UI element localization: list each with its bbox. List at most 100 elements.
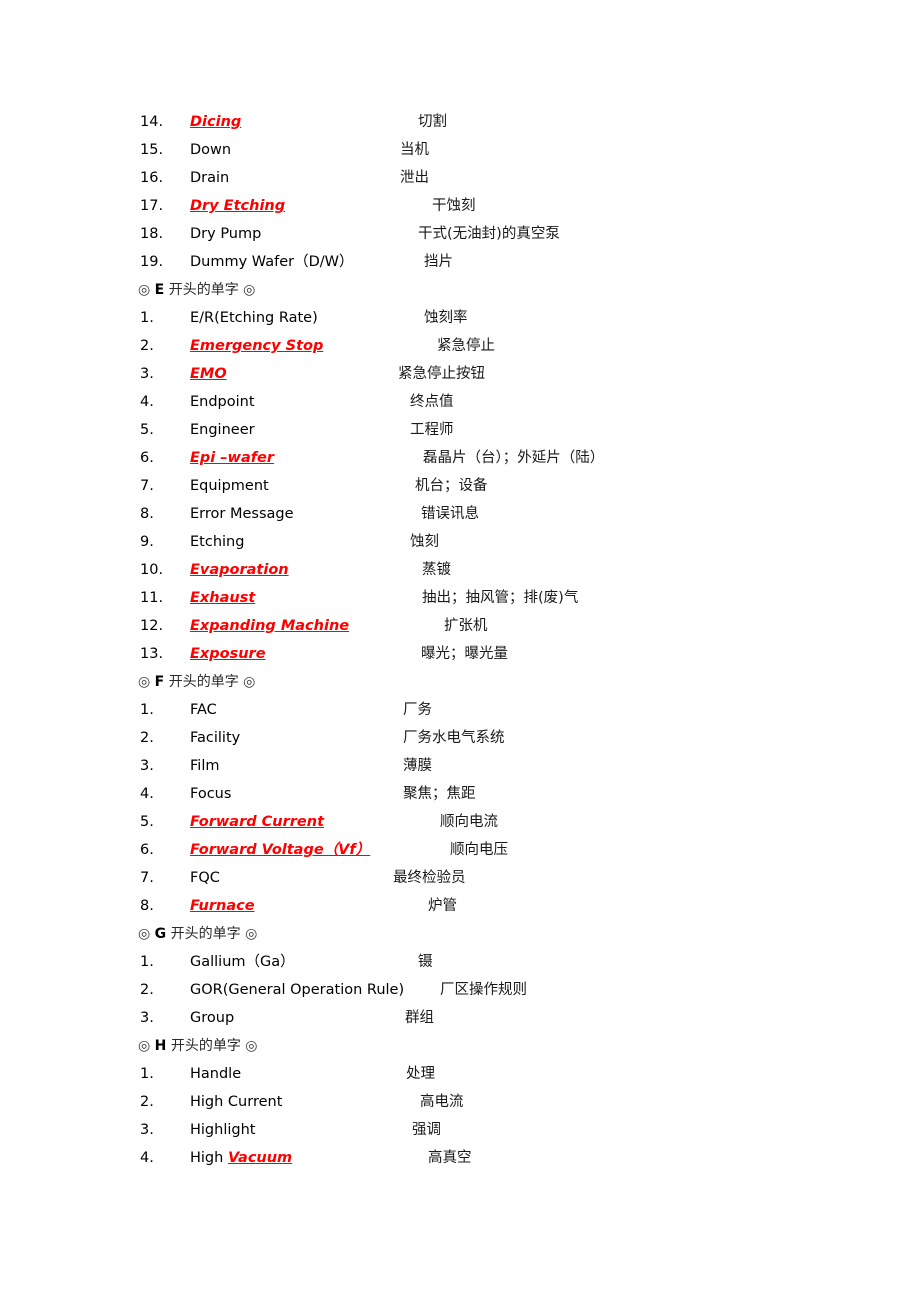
section-letter: E xyxy=(154,282,165,298)
glossary-row: 14. Dicing 切割 xyxy=(0,108,920,136)
bullseye-icon: ◎ xyxy=(138,282,151,298)
entry-term-zh: 紧急停止按钮 xyxy=(398,366,485,382)
glossary-row: 15. Down 当机 xyxy=(0,136,920,164)
entry-term-en: Expanding Machine xyxy=(190,612,349,640)
entry-term-en: EMO xyxy=(190,360,227,388)
entry-term-en: Error Message xyxy=(190,500,294,528)
entry-number: 16. xyxy=(140,170,164,186)
entry-number: 4. xyxy=(140,786,154,802)
entry-term-zh: 蚀刻 xyxy=(410,534,439,550)
entry-number: 2. xyxy=(140,1094,154,1110)
section-label: 开头的单字 xyxy=(164,282,244,298)
glossary-row: 7. FQC 最终检验员 xyxy=(0,864,920,892)
section-label: 开头的单字 xyxy=(164,674,244,690)
entry-term-en: Dicing xyxy=(190,108,241,136)
entry-number: 2. xyxy=(140,730,154,746)
entry-term-zh: 泄出 xyxy=(400,170,429,186)
entry-term-highlighted: EMO xyxy=(190,366,227,382)
entry-term-en: Engineer xyxy=(190,416,255,444)
document-page: 14. Dicing 切割 15. Down 当机 16. Drain 泄出 17. Dry Et… xyxy=(0,0,920,1302)
glossary-row: 13. Exposure 曝光；曝光量 xyxy=(0,640,920,668)
entry-term-highlighted: Expanding Machine xyxy=(190,618,350,634)
entry-term-en: Handle xyxy=(190,1060,241,1088)
section-letter: F xyxy=(154,674,165,690)
glossary-body: 14. Dicing 切割 15. Down 当机 16. Drain 泄出 17. Dry Et… xyxy=(0,108,920,1172)
entry-term-zh: 厂务 xyxy=(403,702,432,718)
entry-term-zh: 挡片 xyxy=(424,254,453,270)
entry-number: 5. xyxy=(140,814,154,830)
entry-number: 5. xyxy=(140,422,154,438)
entry-term-en: Equipment xyxy=(190,472,269,500)
entry-term-en: FAC xyxy=(190,696,217,724)
entry-term-en: Epi –wafer xyxy=(190,444,274,472)
glossary-row: 6. Epi –wafer 磊晶片（台）；外延片（陆） xyxy=(0,444,920,472)
entry-term-zh: 紧急停止 xyxy=(437,338,495,354)
entry-term-zh: 干蚀刻 xyxy=(432,198,476,214)
glossary-row: 8. Furnace 炉管 xyxy=(0,892,920,920)
entry-number: 4. xyxy=(140,394,154,410)
section-header-text: ◎ G 开头的单字 ◎ xyxy=(138,920,257,948)
glossary-row: 11. Exhaust 抽出；抽风管；排(废)气 xyxy=(0,584,920,612)
entry-term-highlighted: Forward Voltage（Vf） xyxy=(190,842,371,858)
bullseye-icon: ◎ xyxy=(243,282,256,298)
entry-term-en: Down xyxy=(190,136,231,164)
entry-term-highlighted: Furnace xyxy=(190,898,255,914)
entry-term-plain: High xyxy=(190,1150,228,1166)
entry-term-highlighted: Exposure xyxy=(190,646,266,662)
entry-term-plain: E/R(Etching Rate) xyxy=(190,310,318,326)
entry-term-zh: 曝光；曝光量 xyxy=(421,646,508,662)
section-header-text: ◎ F 开头的单字 ◎ xyxy=(138,668,255,696)
entry-term-zh: 厂区操作规则 xyxy=(440,982,527,998)
entry-term-zh: 镊 xyxy=(418,954,433,970)
entry-term-highlighted: Dicing xyxy=(190,114,242,130)
entry-number: 6. xyxy=(140,842,154,858)
entry-number: 4. xyxy=(140,1150,154,1166)
glossary-row: 4. High Vacuum 高真空 xyxy=(0,1144,920,1172)
entry-term-plain: Etching xyxy=(190,534,245,550)
entry-term-en: GOR(General Operation Rule) xyxy=(190,976,404,1004)
glossary-row: 19. Dummy Wafer（D/W） 挡片 xyxy=(0,248,920,276)
glossary-row: 16. Drain 泄出 xyxy=(0,164,920,192)
glossary-row: 7. Equipment 机台；设备 xyxy=(0,472,920,500)
entry-term-zh: 抽出；抽风管；排(废)气 xyxy=(422,590,579,606)
entry-number: 15. xyxy=(140,142,164,158)
glossary-row: 3. Highlight 强调 xyxy=(0,1116,920,1144)
entry-term-zh: 炉管 xyxy=(428,898,457,914)
entry-term-en: Dry Pump xyxy=(190,220,261,248)
entry-term-zh: 厂务水电气系统 xyxy=(403,730,505,746)
entry-term-zh: 切割 xyxy=(418,114,447,130)
entry-term-zh: 终点值 xyxy=(410,394,454,410)
entry-number: 2. xyxy=(140,338,154,354)
entry-term-plain: Highlight xyxy=(190,1122,256,1138)
entry-term-zh: 群组 xyxy=(405,1010,434,1026)
entry-term-en: Drain xyxy=(190,164,229,192)
bullseye-icon: ◎ xyxy=(243,674,256,690)
glossary-row: 5. Engineer 工程师 xyxy=(0,416,920,444)
entry-term-zh: 处理 xyxy=(406,1066,435,1082)
glossary-row: 4. Focus 聚焦；焦距 xyxy=(0,780,920,808)
glossary-row: 17. Dry Etching 干蚀刻 xyxy=(0,192,920,220)
entry-term-plain: Error Message xyxy=(190,506,294,522)
glossary-row: 2. Facility 厂务水电气系统 xyxy=(0,724,920,752)
section-label: 开头的单字 xyxy=(166,926,246,942)
entry-term-plain: Gallium（Ga） xyxy=(190,954,295,970)
section-header: ◎ H 开头的单字 ◎ xyxy=(0,1032,920,1060)
entry-term-en: Dry Etching xyxy=(190,192,285,220)
entry-term-highlighted: Dry Etching xyxy=(190,198,286,214)
entry-number: 2. xyxy=(140,982,154,998)
entry-term-plain: Group xyxy=(190,1010,235,1026)
entry-number: 8. xyxy=(140,898,154,914)
entry-term-plain: Dry Pump xyxy=(190,226,262,242)
entry-term-en: Dummy Wafer（D/W） xyxy=(190,248,353,276)
entry-term-highlighted: Emergency Stop xyxy=(190,338,324,354)
entry-term-zh: 蒸镀 xyxy=(422,562,451,578)
bullseye-icon: ◎ xyxy=(138,1038,151,1054)
glossary-row: 3. Film 薄膜 xyxy=(0,752,920,780)
entry-term-zh: 蚀刻率 xyxy=(424,310,468,326)
entry-number: 14. xyxy=(140,114,164,130)
entry-term-en: Group xyxy=(190,1004,234,1032)
entry-number: 6. xyxy=(140,450,154,466)
entry-term-plain: Facility xyxy=(190,730,241,746)
entry-term-zh: 强调 xyxy=(412,1122,441,1138)
entry-term-zh: 扩张机 xyxy=(444,618,488,634)
